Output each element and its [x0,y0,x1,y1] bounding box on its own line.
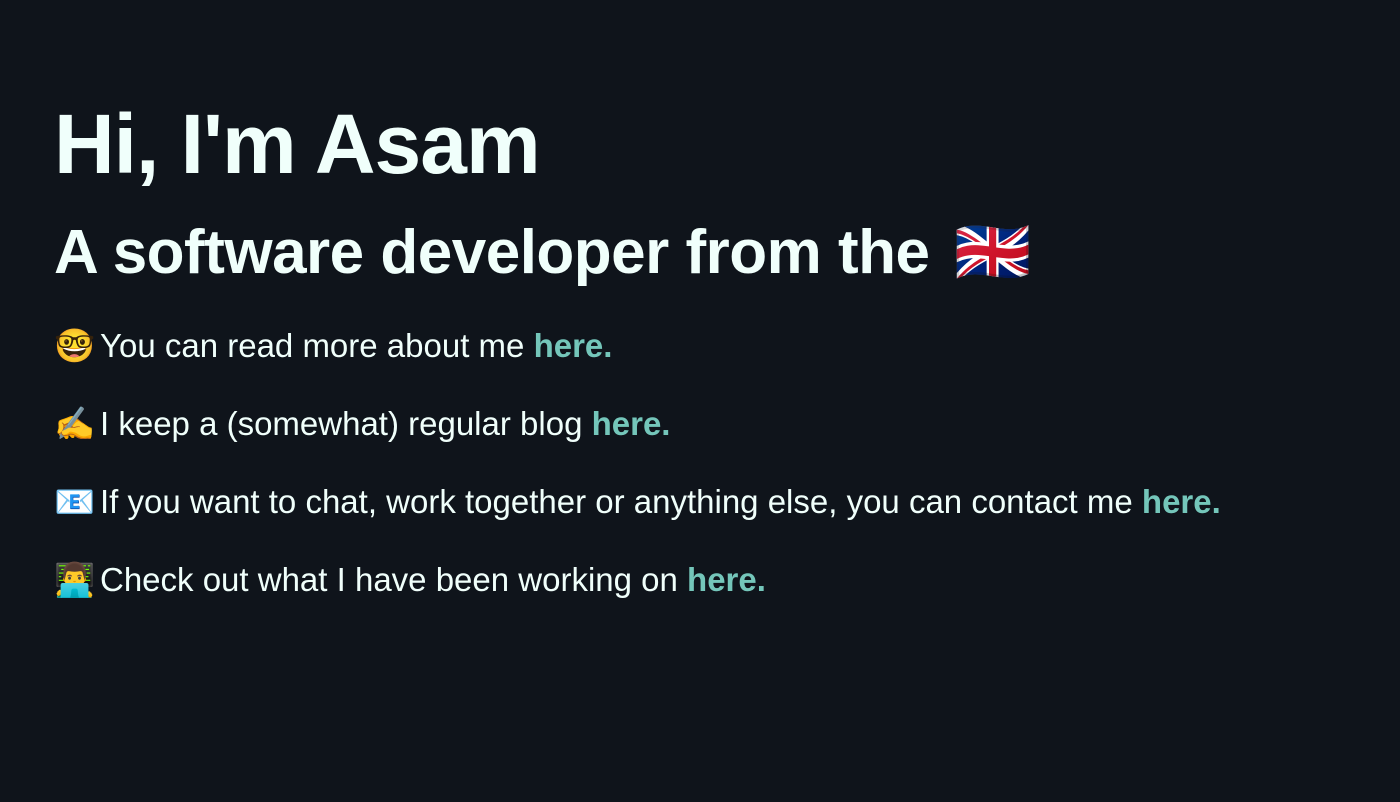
contact-link[interactable]: here. [1142,483,1221,520]
subtitle: A software developer from the 🇬🇧 [54,218,1400,288]
writing-hand-icon: ✍️ [54,405,96,442]
about-line: 🤓 You can read more about me here. [54,326,1400,366]
contact-text: If you want to chat, work together or an… [100,483,1142,520]
email-icon: 📧 [54,483,96,520]
blog-text: I keep a (somewhat) regular blog [100,405,592,442]
page: Hi, I'm Asam A software developer from t… [0,0,1400,802]
contact-line: 📧 If you want to chat, work together or a… [54,482,1400,522]
nerd-face-icon: 🤓 [54,327,96,364]
projects-link[interactable]: here. [687,561,766,598]
blog-link[interactable]: here. [592,405,671,442]
page-title: Hi, I'm Asam [54,97,541,191]
blog-line: ✍️ I keep a (somewhat) regular blog here. [54,404,1400,444]
projects-line: 👨‍💻 Check out what I have been working on… [54,560,1400,600]
technologist-icon: 👨‍💻 [54,561,96,598]
uk-flag-icon: 🇬🇧 [954,218,1031,287]
about-text: You can read more about me [100,327,534,364]
projects-text: Check out what I have been working on [100,561,688,598]
about-link[interactable]: here. [534,327,613,364]
intro-lines: 🤓 You can read more about me here. ✍️ I ke… [54,326,1400,600]
subtitle-text: A software developer from the [54,218,930,287]
